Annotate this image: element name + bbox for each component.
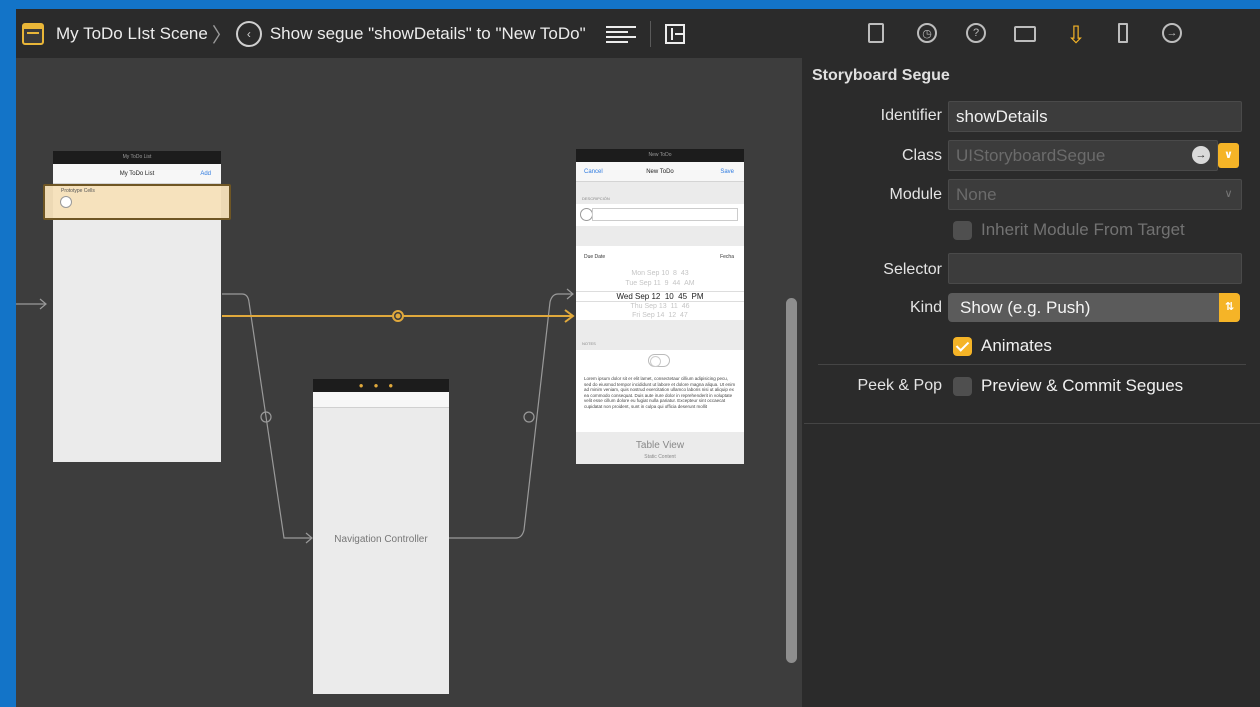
todo-list-scene[interactable]: My ToDo List My ToDo List Add Prototype … <box>43 151 231 462</box>
picker-row: Fri Sep 14 12 47 <box>632 312 688 319</box>
storyboard-scene-icon <box>22 22 44 45</box>
inherit-module-checkbox[interactable] <box>953 221 972 240</box>
add-button[interactable]: Add <box>200 171 211 177</box>
identifier-label: Identifier <box>880 107 942 124</box>
section-title: Storyboard Segue <box>812 67 950 84</box>
module-field[interactable]: None <box>948 179 1242 210</box>
xcode-window: My ToDo LIst Scene 〉 ‹ Show segue "showD… <box>16 9 1260 707</box>
new-todo-scene[interactable]: New ToDo Cancel New ToDo Save DESCRIPCIÓ… <box>576 149 744 464</box>
cell-circle <box>60 196 72 208</box>
prototype-cells-label: Prototype Cells <box>61 188 95 194</box>
prototype-cell[interactable]: Prototype Cells <box>43 184 231 220</box>
table-view-label: Table View <box>635 440 685 451</box>
canvas-scrollbar[interactable] <box>786 298 797 663</box>
due-date-label: Due Date <box>584 254 606 260</box>
quick-help-icon[interactable]: ? <box>966 23 986 43</box>
kind-value: Show (e.g. Push) <box>960 298 1091 317</box>
cancel-button[interactable]: Cancel <box>584 169 603 175</box>
divider <box>818 364 1246 365</box>
description-field[interactable] <box>592 208 738 221</box>
date-picker[interactable]: Mon Sep 10 8 43 Tue Sep 11 9 44 AM Wed S… <box>576 270 744 320</box>
kind-label: Kind <box>909 299 942 316</box>
picker-row: Thu Sep 13 11 46 <box>630 303 690 310</box>
size-inspector-icon[interactable] <box>1118 23 1128 43</box>
add-editor-icon[interactable] <box>664 23 685 44</box>
jumpbar-scene[interactable]: My ToDo LIst Scene <box>56 24 208 44</box>
section-header: DESCRIPCIÓN <box>582 196 610 201</box>
animates-checkbox[interactable] <box>953 337 972 356</box>
preview-commit-checkbox[interactable] <box>953 377 972 396</box>
jump-bar: My ToDo LIst Scene 〉 ‹ Show segue "showD… <box>16 9 802 58</box>
selector-field[interactable] <box>948 253 1242 284</box>
kind-popup[interactable]: Show (e.g. Push) ⇅ <box>948 293 1240 322</box>
picker-row: Mon Sep 10 8 43 <box>631 270 689 277</box>
navigation-controller-scene[interactable]: ●●● Navigation Controller <box>313 379 449 694</box>
selector-label: Selector <box>883 261 942 278</box>
attributes-inspector: ◷ ? ⇩ → Storyboard Segue Identifier show… <box>804 9 1260 707</box>
inspector-tabs: ◷ ? ⇩ → <box>804 9 1260 65</box>
navigation-bar: My ToDo List Add <box>53 164 221 184</box>
notes-text: Lorem ipsum dolor sit er elit lamet, con… <box>584 376 736 409</box>
due-date-row: Due Date Fecha <box>576 246 744 270</box>
scene-dock: ●●● <box>313 379 449 392</box>
divider <box>804 423 1260 424</box>
connections-inspector-icon[interactable]: → <box>1162 23 1182 43</box>
picker-row-selected: Wed Sep 12 10 45 PM <box>576 291 744 302</box>
popup-stepper-icon: ⇅ <box>1219 293 1240 322</box>
class-field[interactable]: UIStoryboardSegue <box>948 140 1218 171</box>
preview-commit-label: Preview & Commit Segues <box>981 376 1184 395</box>
class-label: Class <box>901 147 942 164</box>
scene-dock: My ToDo List <box>53 151 221 164</box>
picker-row: Tue Sep 11 9 44 AM <box>625 280 695 287</box>
segue-icon: ‹ <box>235 20 262 47</box>
inherit-module-label: Inherit Module From Target <box>981 220 1185 239</box>
notes-row: Lorem ipsum dolor sit er elit lamet, con… <box>576 372 744 432</box>
due-date-value: Fecha <box>720 254 734 260</box>
jumpbar-segue[interactable]: Show segue "showDetails" to "New ToDo" <box>270 24 586 44</box>
go-to-class-icon[interactable]: → <box>1192 146 1210 164</box>
identity-inspector-icon[interactable] <box>1014 26 1036 42</box>
nav-title: New ToDo <box>646 168 674 175</box>
static-content-label: Static Content <box>644 454 676 460</box>
navigation-bar: Cancel New ToDo Save <box>576 162 744 182</box>
history-inspector-icon[interactable]: ◷ <box>917 23 937 43</box>
navigation-bar <box>313 392 449 408</box>
storyboard-canvas[interactable]: My ToDo List My ToDo List Add Prototype … <box>16 58 802 707</box>
class-dropdown-icon[interactable]: ∨ <box>1218 143 1239 168</box>
jumpbar-separator: 〉 <box>211 25 232 47</box>
nav-title: My ToDo List <box>119 170 155 177</box>
save-button[interactable]: Save <box>720 169 734 175</box>
notes-toggle-row <box>576 350 744 372</box>
section-header: NOTES <box>582 341 596 346</box>
related-items-icon[interactable] <box>605 25 636 43</box>
jumpbar-divider <box>649 20 651 47</box>
nav-controller-label: Navigation Controller <box>334 534 428 545</box>
file-inspector-icon[interactable] <box>868 23 884 43</box>
identifier-field[interactable]: showDetails <box>948 101 1242 132</box>
attributes-inspector-icon[interactable]: ⇩ <box>1064 22 1088 49</box>
module-label: Module <box>889 186 942 203</box>
peek-pop-label: Peek & Pop <box>857 377 943 394</box>
storyboard-editor: My ToDo LIst Scene 〉 ‹ Show segue "showD… <box>16 9 802 707</box>
module-dropdown-icon[interactable]: ∨ <box>1218 182 1239 207</box>
notes-switch[interactable] <box>648 354 670 367</box>
scene-dock: New ToDo <box>576 149 744 162</box>
description-row <box>576 204 744 226</box>
animates-label: Animates <box>981 336 1052 355</box>
